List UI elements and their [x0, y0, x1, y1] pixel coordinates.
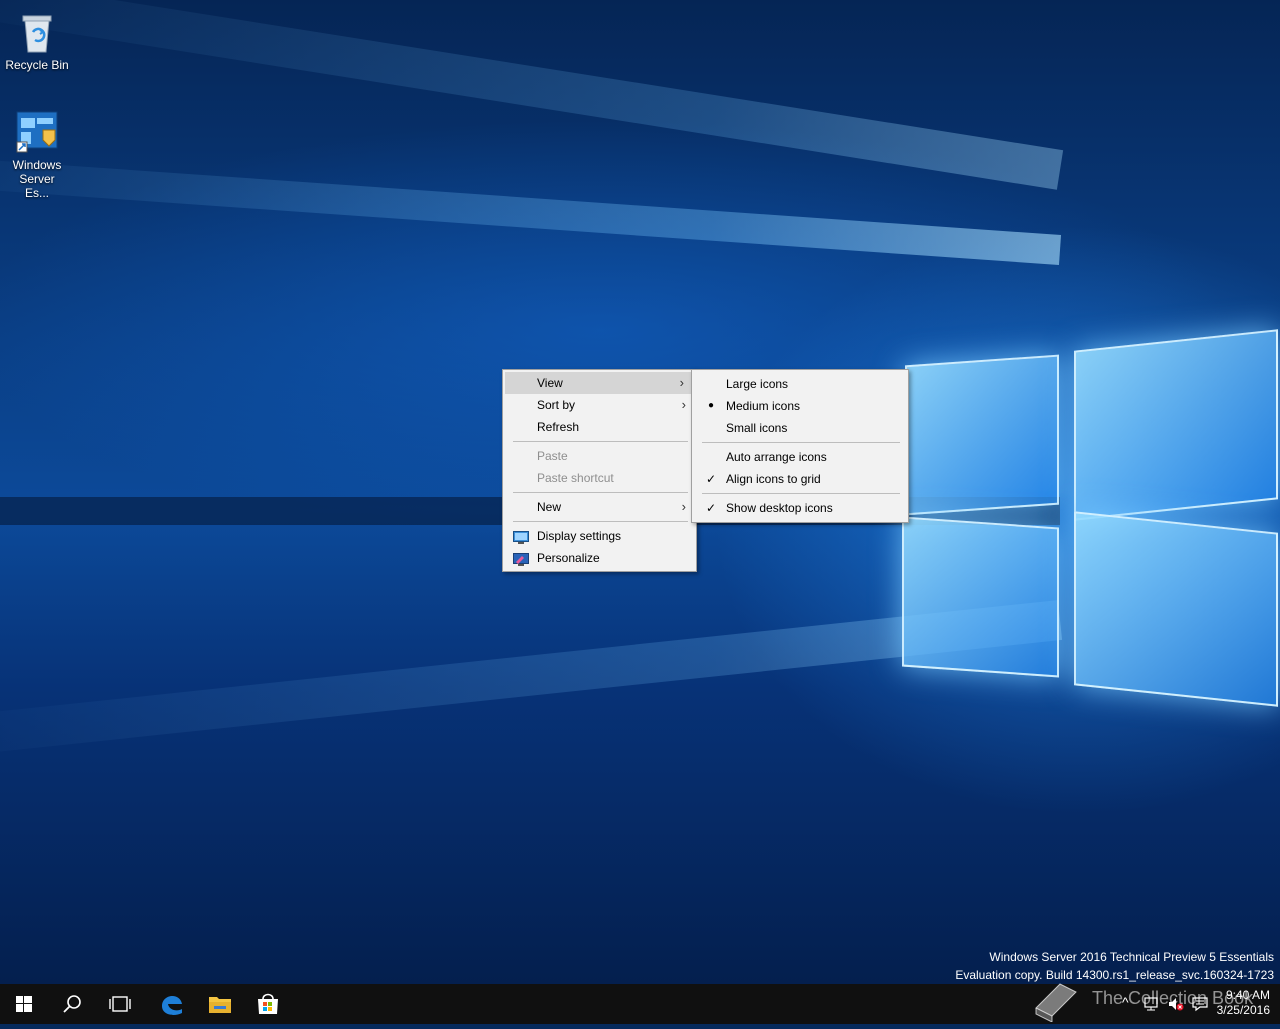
menu-item-align-icons-to-grid[interactable]: ✓ Align icons to grid [692, 468, 908, 490]
menu-item-paste[interactable]: Paste [503, 445, 696, 467]
chevron-right-icon: › [681, 499, 686, 514]
menu-item-label: Sort by [537, 398, 576, 412]
menu-separator [513, 441, 688, 442]
file-explorer-icon [209, 997, 231, 1013]
menu-item-label: New [537, 500, 562, 514]
search-icon [63, 995, 81, 1013]
chevron-right-icon: › [681, 397, 686, 412]
checkmark-icon: ✓ [705, 472, 717, 486]
menu-item-large-icons[interactable]: Large icons [692, 373, 908, 395]
menu-item-show-desktop-icons[interactable]: ✓ Show desktop icons [692, 497, 908, 519]
recycle-bin-icon [13, 8, 61, 56]
desktop-icon-label: Windows Server Es... [12, 158, 62, 200]
menu-item-label: Large icons [726, 377, 789, 391]
menu-item-display-settings[interactable]: Display settings [503, 525, 696, 547]
menu-item-small-icons[interactable]: Small icons [692, 417, 908, 439]
menu-separator [513, 521, 688, 522]
menu-separator [702, 442, 900, 443]
menu-item-refresh[interactable]: Refresh [503, 416, 696, 438]
build-watermark-line-1: Windows Server 2016 Technical Preview 5 … [989, 950, 1274, 964]
menu-item-label: Auto arrange icons [726, 450, 827, 464]
display-settings-icon [513, 529, 529, 544]
light-beam [0, 0, 1064, 190]
desktop-icon-label: Recycle Bin [5, 58, 69, 72]
store-icon [258, 993, 278, 1014]
desktop-icon-recycle-bin[interactable]: Recycle Bin [0, 8, 74, 72]
menu-item-label: Small icons [726, 421, 788, 435]
desktop-icon-windows-server-essentials[interactable]: Windows Server Es... [0, 108, 74, 200]
logo-pane-top-right [1074, 329, 1278, 521]
book-logo-icon [1035, 983, 1077, 1022]
menu-item-paste-shortcut[interactable]: Paste shortcut [503, 467, 696, 489]
logo-pane-top-left [905, 354, 1059, 516]
menu-item-label: Display settings [537, 529, 622, 543]
file-explorer-button[interactable] [196, 984, 244, 1024]
chevron-right-icon: › [679, 375, 684, 390]
menu-item-sort-by[interactable]: Sort by › [503, 394, 696, 416]
logo-pane-bottom-right [1074, 511, 1278, 707]
overlay-watermark: The Collection Book [1030, 978, 1270, 1022]
menu-item-personalize[interactable]: Personalize [503, 547, 696, 569]
menu-item-new[interactable]: New › [503, 496, 696, 518]
menu-item-medium-icons[interactable]: ● Medium icons [692, 395, 908, 417]
start-button[interactable] [0, 984, 48, 1024]
menu-item-label: Show desktop icons [726, 501, 833, 515]
menu-item-label: Medium icons [726, 399, 801, 413]
personalize-icon [513, 551, 529, 566]
menu-separator [513, 492, 688, 493]
task-view-icon [109, 996, 131, 1012]
menu-item-label: Personalize [537, 551, 600, 565]
store-button[interactable] [244, 984, 292, 1024]
view-submenu: Large icons ● Medium icons Small icons A… [691, 369, 909, 523]
menu-item-label: Paste [537, 449, 568, 463]
menu-item-auto-arrange-icons[interactable]: Auto arrange icons [692, 446, 908, 468]
menu-separator [702, 493, 900, 494]
edge-icon [162, 995, 182, 1015]
logo-pane-bottom-left [902, 516, 1059, 678]
radio-dot-icon: ● [707, 400, 715, 411]
menu-item-view[interactable]: View › [505, 372, 694, 394]
checkmark-icon: ✓ [705, 501, 717, 515]
menu-item-label: Align icons to grid [726, 472, 821, 486]
task-view-button[interactable] [96, 984, 144, 1024]
windows-server-essentials-icon [13, 108, 61, 156]
menu-item-label: Paste shortcut [537, 471, 614, 485]
search-button[interactable] [48, 984, 96, 1024]
menu-item-label: View [537, 376, 563, 390]
light-beam [0, 154, 1062, 265]
overlay-watermark-text: The Collection Book [1092, 988, 1254, 1008]
desktop-context-menu: View › Sort by › Refresh Paste Paste sho… [502, 369, 697, 572]
menu-item-label: Refresh [537, 420, 580, 434]
edge-button[interactable] [148, 984, 196, 1024]
start-icon [16, 996, 32, 1012]
